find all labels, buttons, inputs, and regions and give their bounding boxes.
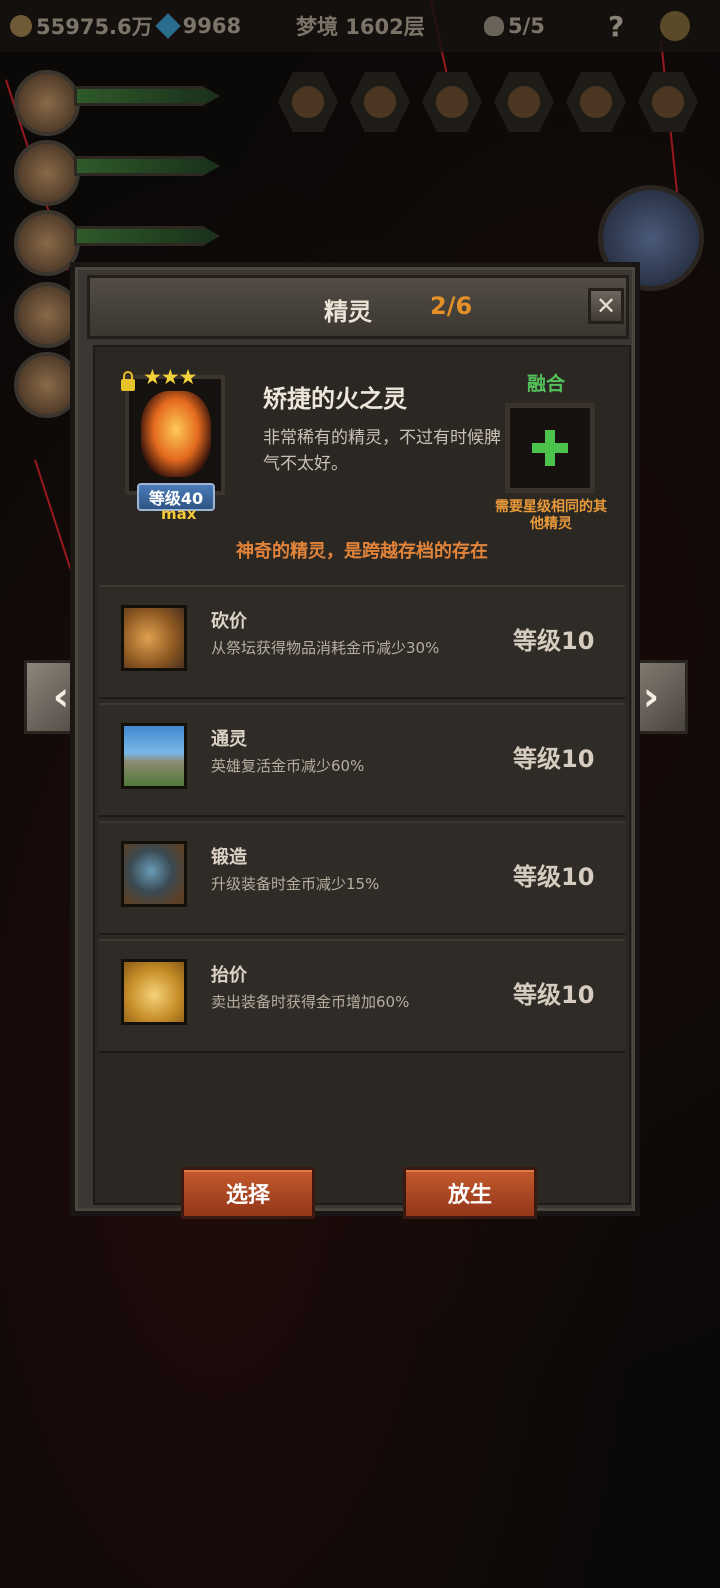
pumpkin-icon: [436, 86, 468, 118]
dungeon-floor-label: 梦境 1602层: [296, 10, 425, 42]
spirit-count: 2/6: [430, 292, 473, 320]
close-button[interactable]: ✕: [588, 288, 624, 324]
hero-hp-bar: [74, 156, 220, 176]
perk-description: 卖出装备时获得金币增加60%: [211, 993, 410, 1011]
gold-counter: 55975.6万 9968: [10, 10, 241, 42]
hero-portrait[interactable]: [14, 140, 80, 206]
lives-counter: 5/5: [484, 10, 545, 42]
fuse-hint: 需要星级相同的其他精灵: [495, 499, 607, 532]
chevron-right-icon: ›: [642, 674, 660, 720]
plus-icon-vertical: [545, 430, 555, 466]
fuse-slot-button[interactable]: [505, 403, 595, 493]
top-status-bar: 55975.6万 9968 梦境 1602层 5/5 ?: [0, 0, 720, 52]
gold-coin-icon: [10, 15, 32, 37]
perk-row: 抬价 卖出装备时获得金币增加60% 等级10: [99, 939, 625, 1053]
gold-amount: 55975.6万: [36, 15, 153, 39]
perk-description: 英雄复活金币减少60%: [211, 757, 365, 775]
perk-name: 锻造: [211, 847, 247, 868]
select-button-label: 选择: [225, 1183, 270, 1208]
bell-icon: [508, 86, 540, 118]
potion-icon: [580, 86, 612, 118]
gem-amount: 9968: [182, 14, 242, 38]
coins-icon: [121, 605, 187, 671]
dialog-header: 精灵 2/6 ✕: [87, 275, 629, 339]
spirit-tagline: 神奇的精灵，是跨越存档的存在: [236, 541, 488, 562]
dialog-body: ★★★ 等级40 max 矫捷的火之灵 非常稀有的精灵，不过有时候脾气不太好。 …: [93, 345, 631, 1219]
hero-portrait[interactable]: [14, 70, 80, 136]
fire-spirit-image: [141, 391, 211, 477]
star-rating: ★★★: [143, 365, 197, 389]
release-button[interactable]: 放生: [403, 1167, 537, 1219]
perk-row: 通灵 英雄复活金币减少60% 等级10: [99, 703, 625, 817]
dungeon-floor-text: 梦境 1602层: [296, 15, 425, 39]
help-button[interactable]: ?: [608, 9, 625, 43]
max-level-label: max: [161, 505, 197, 523]
lives-value: 5/5: [508, 14, 545, 38]
spirit-portrait[interactable]: [125, 375, 225, 495]
perk-level: 等级10: [513, 745, 595, 773]
perk-description: 升级装备时金币减少15%: [211, 875, 380, 893]
perk-name: 抬价: [211, 965, 247, 986]
perk-level: 等级10: [513, 981, 595, 1009]
lock-icon[interactable]: [121, 371, 135, 391]
gem-icon: [154, 13, 181, 39]
perk-row: 砍价 从祭坛获得物品消耗金币减少30% 等级10: [99, 585, 625, 699]
umbrella-icon: [292, 86, 324, 118]
perk-row: 锻造 升级装备时金币减少15% 等级10: [99, 821, 625, 935]
spirit-description: 非常稀有的精灵，不过有时候脾气不太好。: [263, 428, 501, 474]
skull-icon: [484, 16, 504, 36]
sword-icon: [652, 86, 684, 118]
perk-name: 通灵: [211, 729, 247, 750]
perk-name: 砍价: [211, 611, 247, 632]
key-icon: [364, 86, 396, 118]
spirit-name: 矫捷的火之灵: [263, 385, 407, 413]
hero-hp-bar: [74, 226, 220, 246]
release-button-label: 放生: [447, 1183, 492, 1208]
fuse-label: 融合: [527, 373, 566, 395]
settings-button[interactable]: [660, 10, 690, 42]
chevron-left-icon: ‹: [52, 674, 70, 720]
select-button[interactable]: 选择: [181, 1167, 315, 1219]
perk-level: 等级10: [513, 627, 595, 655]
hammer-icon: [121, 841, 187, 907]
hand-coin-icon: [121, 959, 187, 1025]
close-icon: ✕: [595, 292, 617, 320]
perk-level: 等级10: [513, 863, 595, 891]
altar-icon: [121, 723, 187, 789]
hero-hp-bar: [74, 86, 220, 106]
gear-icon: [660, 11, 690, 41]
perk-description: 从祭坛获得物品消耗金币减少30%: [211, 639, 440, 657]
question-mark-icon: ?: [608, 9, 625, 43]
dialog-title: 精灵: [324, 298, 372, 326]
spirit-dialog: 精灵 2/6 ✕ ★★★ 等级40 max 矫捷的火之灵 非常稀有的精灵，不过有…: [70, 262, 640, 1219]
